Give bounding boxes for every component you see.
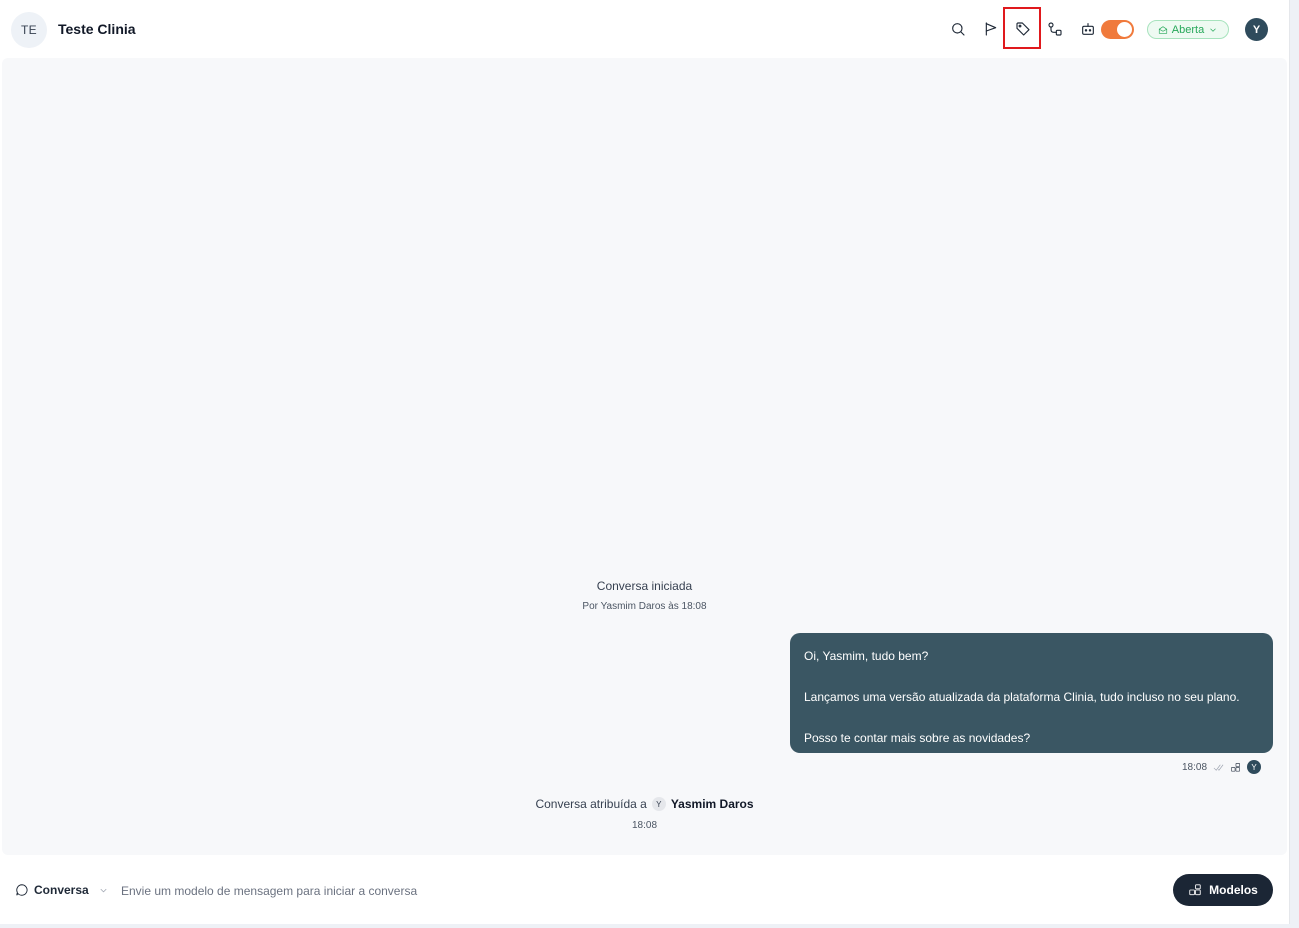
sender-avatar: Y xyxy=(1247,760,1262,774)
assignee-name: Yasmim Daros xyxy=(670,797,754,811)
contact-name[interactable]: Teste Clinia xyxy=(58,21,136,37)
channel-label: Conversa xyxy=(34,883,89,897)
assigned-prefix: Conversa atribuída a xyxy=(535,797,647,811)
conversation-started-event: Conversa iniciada Por Yasmim Daros às 18… xyxy=(2,579,1287,612)
flag-button[interactable] xyxy=(976,14,1006,44)
message-line: Oi, Yasmim, tudo bem? xyxy=(804,649,929,663)
models-button[interactable]: Modelos xyxy=(1173,874,1273,906)
workflow-icon xyxy=(1048,22,1062,36)
template-icon xyxy=(1231,762,1240,771)
toggle-knob xyxy=(1117,22,1132,37)
message-time: 18:08 xyxy=(1182,761,1208,773)
composer: Conversa Envie um modelo de mensagem par… xyxy=(0,856,1290,924)
search-button[interactable] xyxy=(943,14,973,44)
bot-button[interactable] xyxy=(1073,14,1103,44)
search-icon xyxy=(952,23,965,36)
envelope-open-icon xyxy=(1158,25,1167,34)
event-subtitle: Por Yasmim Daros às 18:08 xyxy=(582,601,707,612)
models-label: Modelos xyxy=(1209,883,1258,897)
double-check-icon xyxy=(1213,764,1224,771)
bot-toggle[interactable] xyxy=(1101,20,1134,39)
conversation-assigned-event: Conversa atribuída a Y Yasmim Daros 18:0… xyxy=(2,795,1287,831)
event-title: Conversa iniciada xyxy=(596,579,693,593)
message-list[interactable]: Conversa iniciada Por Yasmim Daros às 18… xyxy=(2,58,1287,855)
status-dropdown[interactable]: Aberta xyxy=(1147,20,1229,39)
chevron-down-icon xyxy=(1210,28,1216,32)
conversation-panel: TE Teste Clinia Aberta Y Conversa inicia… xyxy=(0,0,1290,924)
chat-bubble-icon xyxy=(16,884,28,896)
outgoing-message-bubble[interactable]: Oi, Yasmim, tudo bem? Lançamos uma versã… xyxy=(790,633,1273,753)
chevron-down-icon xyxy=(100,888,107,892)
workflow-button[interactable] xyxy=(1040,14,1070,44)
contact-avatar[interactable]: TE xyxy=(11,12,47,48)
assigned-row: Conversa atribuída a Y Yasmim Daros xyxy=(535,797,754,811)
flag-icon xyxy=(985,22,997,36)
template-icon xyxy=(1189,884,1201,896)
bot-icon xyxy=(1082,23,1094,35)
tag-button-highlight xyxy=(1003,7,1041,49)
message-meta: 18:08 Y xyxy=(1182,760,1262,774)
assignee-avatar: Y xyxy=(651,797,666,811)
message-line: Lançamos uma versão atualizada da plataf… xyxy=(804,690,1240,704)
channel-selector[interactable]: Conversa xyxy=(15,882,109,898)
status-label: Aberta xyxy=(1171,23,1205,36)
composer-hint: Envie um modelo de mensagem para iniciar… xyxy=(121,884,418,898)
assigned-time: 18:08 xyxy=(631,820,658,831)
message-line: Posso te contar mais sobre as novidades? xyxy=(804,731,1031,745)
user-avatar[interactable]: Y xyxy=(1245,18,1268,41)
conversation-header: TE Teste Clinia Aberta Y xyxy=(0,0,1290,58)
